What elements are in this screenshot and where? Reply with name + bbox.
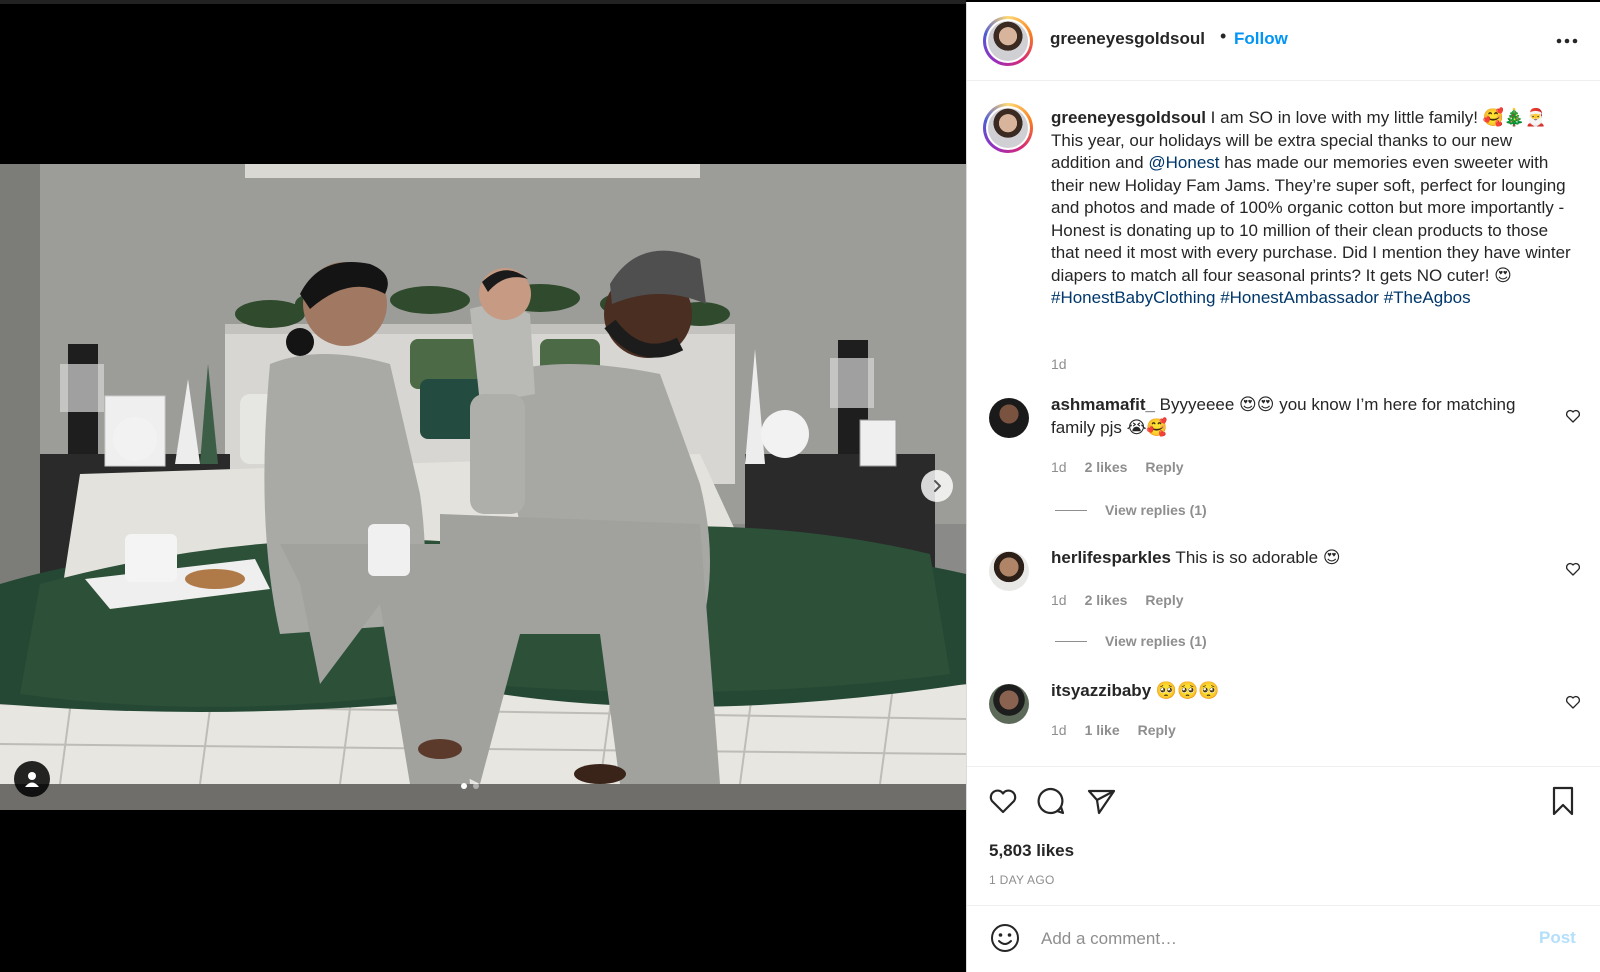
post-photo[interactable] [0,164,966,810]
post-media [0,0,966,972]
view-replies-button[interactable]: View replies (1) [1055,633,1207,649]
comment-composer: Post [967,905,1600,972]
heart-icon[interactable] [1565,694,1581,710]
media-top-strip [0,0,966,4]
view-replies-label: View replies (1) [1105,633,1207,649]
photo-illustration [0,164,966,810]
user-tag-button[interactable] [14,761,50,797]
carousel-dot-active [461,783,467,789]
post-caption: greeneyesgoldsoul I am SO in love with m… [1051,107,1576,310]
heart-icon[interactable] [987,785,1019,817]
comment-text: This is so adorable 😍 [1171,548,1341,567]
post-panel: greeneyesgoldsoul • Follow greeneyesgold… [966,2,1600,972]
commenter-avatar[interactable] [989,551,1029,591]
carousel-indicator [461,783,479,789]
reply-button[interactable]: Reply [1145,459,1183,475]
paper-plane-icon[interactable] [1085,785,1117,817]
comment-meta: 1d 1 like Reply [1051,722,1176,738]
commenter-avatar[interactable] [989,684,1029,724]
next-slide-button[interactable] [921,470,953,502]
user-tag-icon [25,772,39,787]
hashtag-link[interactable]: #HonestBabyClothing [1051,288,1215,307]
heart-icon[interactable] [1565,408,1581,424]
commenter-username[interactable]: herlifesparkles [1051,548,1171,567]
comment-time: 1d [1051,459,1067,475]
commenter-avatar[interactable] [989,398,1029,438]
post-actions: 5,803 likes 1 DAY AGO [967,766,1600,897]
author-avatar[interactable] [983,16,1033,66]
hashtag-link[interactable]: #TheAgbos [1384,288,1471,307]
chevron-right-icon [934,480,941,492]
view-replies-label: View replies (1) [1105,502,1207,518]
header-separator: • [1220,26,1227,46]
smiley-icon[interactable] [989,922,1021,954]
caption-timestamp: 1d [1051,356,1067,372]
comment-time: 1d [1051,592,1067,608]
comment-likes[interactable]: 2 likes [1085,592,1128,608]
post-timestamp: 1 DAY AGO [989,873,1055,887]
commenter-username[interactable]: itsyazzibaby [1051,681,1151,700]
comment-body: ashmamafit_ Byyyeeee 😍😍 you know I’m her… [1051,394,1543,439]
comment-likes[interactable]: 2 likes [1085,459,1128,475]
caption-mention[interactable]: @Honest [1148,153,1219,172]
comment-meta: 1d 2 likes Reply [1051,592,1184,608]
bookmark-icon[interactable] [1547,785,1579,817]
comment-likes[interactable]: 1 like [1085,722,1120,738]
hashtag-link[interactable]: #HonestAmbassador [1220,288,1379,307]
comment-text: 🥺🥺🥺 [1151,681,1220,700]
commenter-username[interactable]: ashmamafit_ [1051,395,1155,414]
caption-avatar[interactable] [983,103,1033,153]
comment-bubble-icon[interactable] [1035,785,1067,817]
like-count[interactable]: 5,803 likes [989,841,1074,861]
reply-button[interactable]: Reply [1145,592,1183,608]
post-comment-button[interactable]: Post [1539,928,1576,948]
reply-button[interactable]: Reply [1138,722,1176,738]
view-replies-button[interactable]: View replies (1) [1055,502,1207,518]
post-header: greeneyesgoldsoul • Follow [967,2,1600,81]
comment-body: itsyazzibaby 🥺🥺🥺 [1051,680,1543,703]
follow-button[interactable]: Follow [1234,29,1288,49]
carousel-dot [473,783,479,789]
comment-input[interactable] [1039,925,1513,953]
comment-time: 1d [1051,722,1067,738]
ellipsis-icon[interactable] [1553,31,1581,51]
comment-body: herlifesparkles This is so adorable 😍 [1051,547,1543,570]
comment-meta: 1d 2 likes Reply [1051,459,1184,475]
caption-text-2: has made our memories even sweeter with … [1051,153,1571,285]
author-username[interactable]: greeneyesgoldsoul [1050,29,1205,49]
heart-icon[interactable] [1565,561,1581,577]
caption-username[interactable]: greeneyesgoldsoul [1051,108,1206,127]
